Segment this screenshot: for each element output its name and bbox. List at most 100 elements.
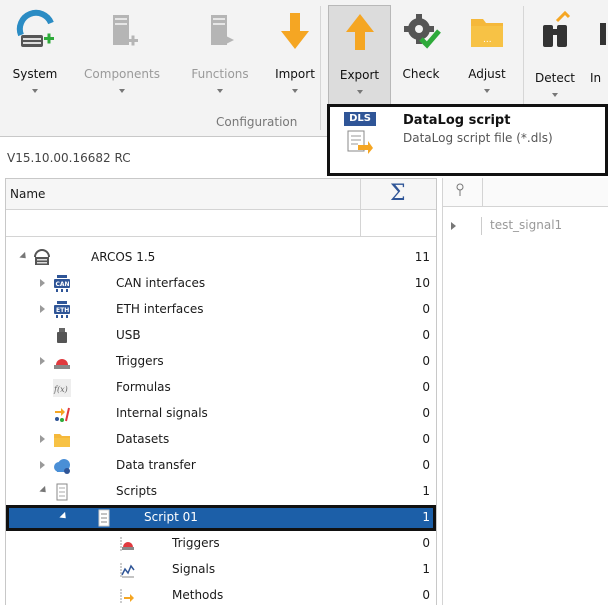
svg-text:...: ... bbox=[483, 35, 492, 45]
internal-signals-icon bbox=[55, 407, 70, 422]
detect-label: Detect bbox=[534, 71, 575, 85]
ribbon-group-label: Configuration bbox=[216, 115, 298, 129]
script-icon bbox=[98, 509, 110, 527]
expand-icon[interactable] bbox=[40, 357, 45, 365]
tree-row-data-transfer[interactable]: Data transfer 0 bbox=[6, 453, 436, 479]
tree-row-arcos[interactable]: ARCOS 1.5 11 bbox=[6, 245, 436, 271]
expand-icon[interactable] bbox=[40, 279, 45, 287]
datalog-script-title: DataLog script bbox=[403, 113, 511, 128]
tree-row-label: Methods bbox=[172, 588, 224, 602]
tree-row-count: 0 bbox=[422, 536, 430, 550]
functions-label: Functions bbox=[191, 67, 249, 81]
tree-row-count: 10 bbox=[414, 276, 430, 290]
script-file-icon bbox=[347, 130, 373, 154]
tree-row-count: 0 bbox=[422, 354, 430, 368]
import-arrow-icon bbox=[281, 13, 309, 49]
tree-row-count: 0 bbox=[422, 458, 430, 472]
tree-row-count: 0 bbox=[422, 588, 430, 602]
tree-row-can-interfaces[interactable]: CAN CAN interfaces 10 bbox=[6, 271, 436, 297]
configuration-tree: Name Σ ARCOS 1.5 11 CAN CAN interfaces 1… bbox=[5, 178, 437, 605]
signals-panel-header bbox=[443, 178, 608, 207]
formula-icon: f(x) bbox=[53, 379, 71, 397]
tree-row-script-01[interactable]: Script 01 1 bbox=[6, 505, 436, 531]
tree-row-count: 1 bbox=[422, 510, 430, 524]
functions-button[interactable]: Functions bbox=[182, 5, 258, 103]
chevron-down-icon bbox=[32, 89, 38, 93]
tree-row-count: 0 bbox=[422, 328, 430, 342]
tree-row-datasets[interactable]: Datasets 0 bbox=[6, 427, 436, 453]
trigger-icon bbox=[54, 359, 70, 369]
tree-row-script-triggers[interactable]: Triggers 0 bbox=[6, 531, 436, 557]
datalog-script-description: DataLog script file (*.dls) bbox=[403, 131, 553, 145]
ribbon-divider bbox=[320, 6, 321, 130]
svg-text:ETH: ETH bbox=[56, 307, 69, 314]
sum-column-header[interactable]: Σ bbox=[390, 181, 406, 206]
filter-row[interactable] bbox=[6, 210, 436, 237]
expand-icon[interactable] bbox=[451, 222, 456, 230]
export-label: Export bbox=[339, 68, 380, 82]
collapse-icon[interactable] bbox=[59, 511, 69, 522]
collapse-icon[interactable] bbox=[39, 485, 49, 496]
tree-row-count: 0 bbox=[422, 302, 430, 316]
pin-icon[interactable] bbox=[455, 183, 465, 200]
components-button[interactable]: Components bbox=[78, 5, 166, 103]
expand-icon[interactable] bbox=[40, 305, 45, 313]
eth-icon: ETH bbox=[54, 301, 70, 318]
expand-icon[interactable] bbox=[40, 461, 45, 469]
trigger-icon bbox=[120, 537, 134, 551]
adjust-button[interactable]: ... Adjust bbox=[457, 5, 517, 103]
in-button[interactable]: In bbox=[588, 5, 608, 103]
chevron-down-icon bbox=[552, 93, 558, 97]
folder-icon: ... bbox=[471, 19, 503, 47]
name-column-header[interactable]: Name bbox=[10, 187, 45, 201]
chevron-down-icon bbox=[292, 89, 298, 93]
check-label: Check bbox=[402, 67, 440, 81]
tree-row-label: USB bbox=[116, 328, 141, 342]
tree-row-formulas[interactable]: f(x) Formulas 0 bbox=[6, 375, 436, 401]
components-icon bbox=[113, 15, 138, 46]
chevron-down-icon bbox=[119, 89, 125, 93]
signal-row[interactable]: test_signal1 bbox=[443, 214, 608, 238]
can-icon: CAN bbox=[54, 275, 70, 292]
datalog-script-menu-item[interactable]: DLS DataLog script DataLog script file (… bbox=[330, 107, 605, 173]
tree-row-count: 1 bbox=[422, 484, 430, 498]
components-label: Components bbox=[84, 67, 160, 81]
tree-row-label: ARCOS 1.5 bbox=[91, 250, 156, 264]
export-button[interactable]: Export bbox=[328, 5, 391, 105]
version-label: V15.10.00.16682 RC bbox=[7, 151, 131, 165]
tree-row-label: Formulas bbox=[116, 380, 171, 394]
tree-row-script-signals[interactable]: Signals 1 bbox=[6, 557, 436, 583]
check-gear-icon bbox=[404, 14, 441, 49]
datasets-icon bbox=[54, 434, 70, 447]
tree-row-label: ETH interfaces bbox=[116, 302, 204, 316]
partial-icon bbox=[600, 23, 606, 45]
tree-row-usb[interactable]: USB 0 bbox=[6, 323, 436, 349]
tree-row-label: Data transfer bbox=[116, 458, 196, 472]
tree-row-eth-interfaces[interactable]: ETH ETH interfaces 0 bbox=[6, 297, 436, 323]
tree-row-label: Datasets bbox=[116, 432, 170, 446]
collapse-icon[interactable] bbox=[19, 251, 29, 262]
tree-row-script-methods[interactable]: Methods 0 bbox=[6, 583, 436, 609]
system-button[interactable]: System bbox=[4, 5, 66, 103]
import-label: Import bbox=[275, 67, 315, 81]
tree-row-triggers[interactable]: Triggers 0 bbox=[6, 349, 436, 375]
tree-row-label: Internal signals bbox=[116, 406, 208, 420]
import-button[interactable]: Import bbox=[267, 5, 323, 103]
detect-button[interactable]: Detect bbox=[527, 5, 583, 103]
tree-row-count: 11 bbox=[414, 250, 430, 264]
chevron-down-icon bbox=[217, 89, 223, 93]
dls-badge: DLS bbox=[344, 112, 376, 126]
tree-row-label: Script 01 bbox=[144, 510, 198, 524]
tree-row-scripts[interactable]: Scripts 1 bbox=[6, 479, 436, 505]
export-dropdown-menu: DLS DataLog script DataLog script file (… bbox=[327, 104, 608, 176]
tree-header: Name Σ bbox=[6, 179, 436, 210]
export-arrow-icon bbox=[345, 14, 374, 50]
svg-text:CAN: CAN bbox=[56, 281, 70, 288]
check-button[interactable]: Check bbox=[394, 5, 448, 103]
tree-row-count: 0 bbox=[422, 432, 430, 446]
tree-row-internal-signals[interactable]: Internal signals 0 bbox=[6, 401, 436, 427]
usb-icon bbox=[57, 328, 67, 343]
tree-row-label: Triggers bbox=[116, 354, 164, 368]
expand-icon[interactable] bbox=[40, 435, 45, 443]
scripts-icon bbox=[56, 483, 68, 501]
